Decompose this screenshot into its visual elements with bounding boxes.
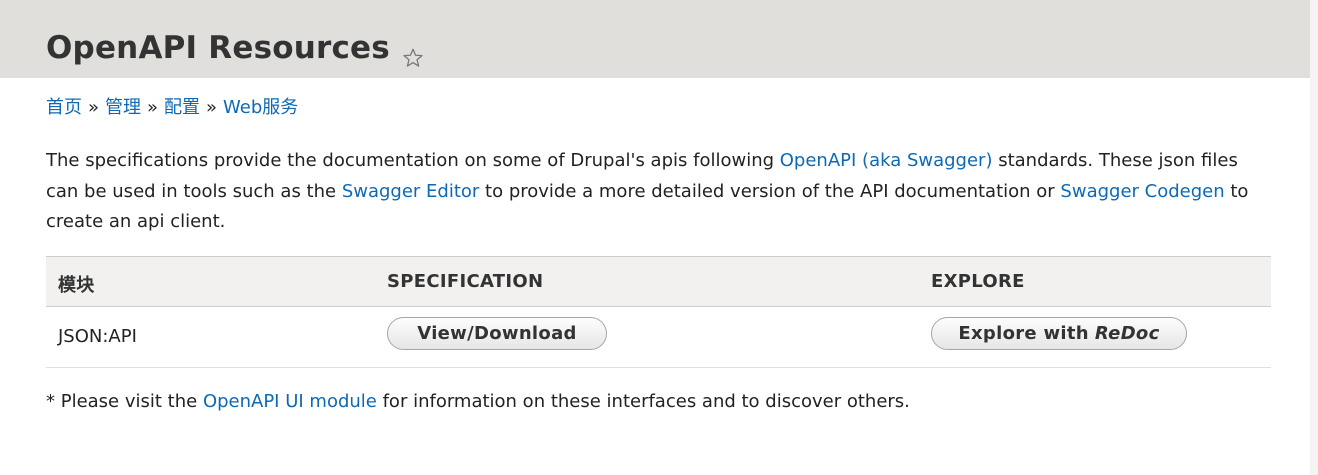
intro-text: The specifications provide the documenta…: [46, 150, 780, 171]
page-title: OpenAPI Resources: [46, 30, 390, 66]
breadcrumb-separator: »: [206, 97, 218, 118]
footnote-text: for information on these interfaces and …: [376, 391, 910, 412]
breadcrumb-config[interactable]: 配置: [164, 97, 200, 118]
breadcrumb-separator: »: [147, 97, 159, 118]
page-title-container: OpenAPI Resources: [46, 28, 424, 68]
column-header-module: 模块: [58, 275, 95, 296]
column-header-explore: EXPLORE: [931, 271, 1025, 292]
page-header: OpenAPI Resources: [0, 0, 1310, 78]
view-download-label: View/Download: [417, 323, 577, 344]
table-row: JSON:API View/Download Explore with ReDoc: [46, 307, 1271, 368]
explore-redoc-button[interactable]: Explore with ReDoc: [931, 317, 1187, 350]
breadcrumb-separator: »: [88, 97, 100, 118]
table-header: 模块 SPECIFICATION EXPLORE: [46, 256, 1271, 307]
footnote: * Please visit the OpenAPI UI module for…: [46, 390, 910, 414]
redoc-label: ReDoc: [1094, 323, 1160, 344]
intro-paragraph: The specifications provide the documenta…: [46, 146, 1264, 238]
scrollbar-track[interactable]: [1310, 0, 1318, 475]
footnote-text: * Please visit the: [46, 391, 203, 412]
breadcrumb-home[interactable]: 首页: [46, 97, 82, 118]
module-cell: JSON:API: [58, 326, 137, 347]
swagger-codegen-link[interactable]: Swagger Codegen: [1060, 181, 1224, 202]
breadcrumb-admin[interactable]: 管理: [105, 97, 141, 118]
breadcrumb-web-services[interactable]: Web服务: [223, 97, 298, 118]
column-header-specification: SPECIFICATION: [387, 271, 544, 292]
breadcrumb: 首页» 管理» 配置» Web服务: [46, 96, 298, 120]
explore-label: Explore with: [958, 323, 1089, 344]
resources-table: 模块 SPECIFICATION EXPLORE JSON:API View/D…: [46, 256, 1271, 368]
view-download-button[interactable]: View/Download: [387, 317, 607, 350]
openapi-ui-module-link[interactable]: OpenAPI UI module: [203, 391, 377, 412]
swagger-editor-link[interactable]: Swagger Editor: [342, 181, 480, 202]
star-outline-icon[interactable]: [402, 39, 424, 67]
openapi-link[interactable]: OpenAPI (aka Swagger): [780, 150, 993, 171]
intro-text: to provide a more detailed version of th…: [479, 180, 1061, 202]
